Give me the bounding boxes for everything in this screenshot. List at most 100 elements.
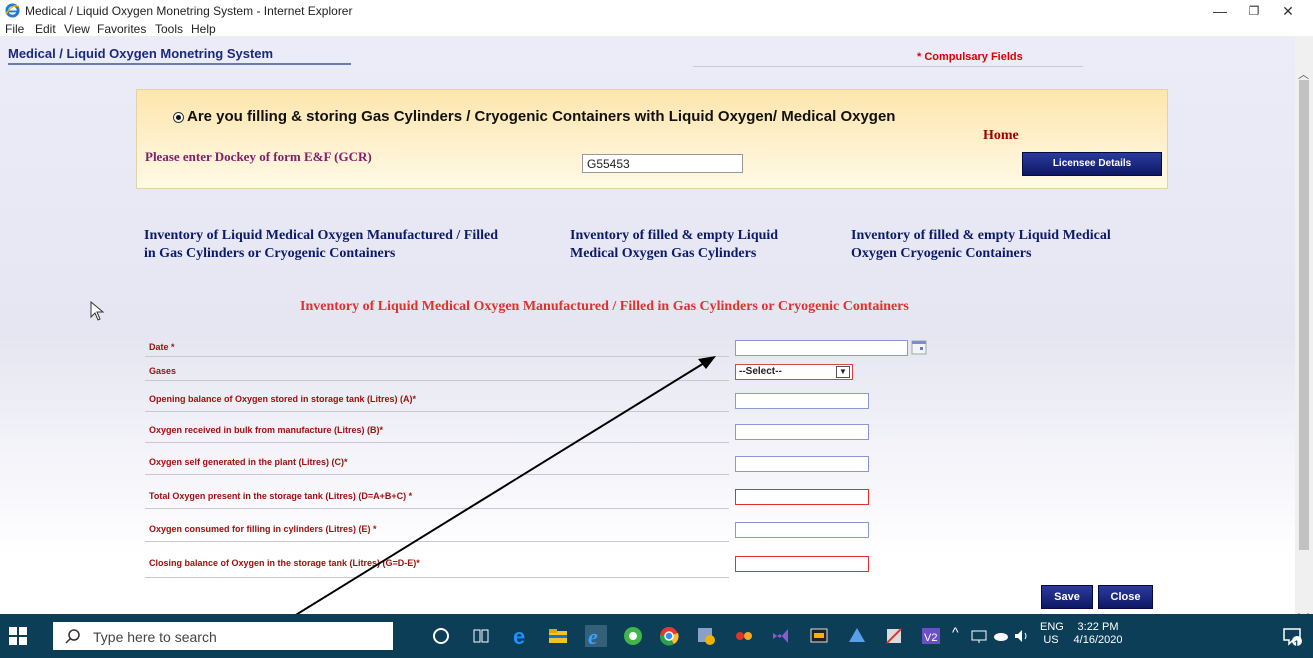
inventory-gas-cylinders-link[interactable]: Inventory of filled & empty Liquid Medic… <box>570 227 778 263</box>
edge-icon[interactable]: e <box>510 625 532 647</box>
window-title: Medical / Liquid Oxygen Monetring System… <box>25 4 353 18</box>
question-panel: Are you filling & storing Gas Cylinders … <box>136 89 1168 189</box>
app-title: Medical / Liquid Oxygen Monetring System <box>8 46 274 61</box>
scrollbar-thumb[interactable] <box>1299 80 1309 550</box>
consumed-label: Oxygen consumed for filling in cylinders… <box>149 524 377 534</box>
closing-balance-input[interactable] <box>735 556 869 572</box>
window-titlebar: Medical / Liquid Oxygen Monetring System… <box>0 0 1313 22</box>
search-placeholder: Type here to search <box>93 629 217 645</box>
vertical-scrollbar[interactable]: ︿ ﹀ <box>1295 36 1313 625</box>
menu-bar: File Edit View Favorites Tools Help <box>0 22 1313 36</box>
page-content: Medical / Liquid Oxygen Monetring System… <box>0 36 1295 614</box>
onedrive-icon[interactable] <box>992 625 1010 647</box>
form-row-received-bulk: Oxygen received in bulk from manufacture… <box>145 425 729 447</box>
menu-file[interactable]: File <box>5 22 24 36</box>
internet-explorer-icon <box>5 3 20 18</box>
volume-icon[interactable] <box>1013 625 1031 647</box>
closing-balance-label: Closing balance of Oxygen in the storage… <box>149 558 420 568</box>
link-line: Inventory of filled & empty Liquid <box>570 228 779 243</box>
search-icon <box>65 629 80 644</box>
menu-edit[interactable]: Edit <box>35 22 56 36</box>
task-view-icon[interactable] <box>470 625 492 647</box>
home-link[interactable]: Home <box>983 128 1019 144</box>
link-line: Inventory of filled & empty Liquid Medic… <box>851 228 1111 243</box>
tray-expand-icon[interactable]: ^ <box>952 625 959 639</box>
form-row-date: Date * <box>145 342 729 364</box>
menu-help[interactable]: Help <box>191 22 216 36</box>
menu-view[interactable]: View <box>64 22 90 36</box>
clock[interactable]: 3:22 PM 4/16/2020 <box>1066 621 1130 647</box>
row-divider <box>145 577 729 578</box>
self-generated-label: Oxygen self generated in the plant (Litr… <box>149 457 348 467</box>
windows-start-icon[interactable] <box>8 626 28 646</box>
clock-time: 3:22 PM <box>1077 621 1119 633</box>
date-input[interactable] <box>735 340 908 356</box>
visual-studio-icon[interactable] <box>770 625 792 647</box>
row-divider <box>145 356 729 357</box>
app-icon-vb[interactable]: V2 <box>920 625 942 647</box>
region-code: US <box>1043 634 1059 646</box>
inventory-manufactured-link[interactable]: Inventory of Liquid Medical Oxygen Manuf… <box>144 227 498 263</box>
calendar-icon[interactable] <box>911 340 927 355</box>
close-button[interactable]: Close <box>1098 585 1153 609</box>
gases-label: Gases <box>149 366 177 376</box>
total-oxygen-input[interactable] <box>735 489 869 505</box>
app-icon-green[interactable] <box>622 625 644 647</box>
form-row-consumed: Oxygen consumed for filling in cylinders… <box>145 524 729 546</box>
section-title: Inventory of Liquid Medical Oxygen Manuf… <box>300 299 909 314</box>
row-divider <box>145 508 729 509</box>
form-row-opening-balance: Opening balance of Oxygen stored in stor… <box>145 394 729 416</box>
cortana-icon[interactable] <box>430 625 452 647</box>
consumed-input[interactable] <box>735 522 869 538</box>
svg-text:V2: V2 <box>924 632 937 644</box>
row-divider <box>145 474 729 475</box>
self-generated-input[interactable] <box>735 456 869 472</box>
dockey-input[interactable]: G55453 <box>582 154 743 173</box>
link-line: Inventory of Liquid Medical Oxygen Manuf… <box>144 228 499 243</box>
row-divider <box>145 442 729 443</box>
divider <box>693 66 1083 67</box>
taskbar: Type here to search e e V2 ^ ENG US 3:22… <box>0 614 1313 658</box>
chevron-down-icon: ▼ <box>836 366 850 378</box>
network-icon[interactable] <box>970 625 988 647</box>
language-code: ENG <box>1040 621 1064 633</box>
question-radio[interactable] <box>173 112 184 123</box>
total-oxygen-label: Total Oxygen present in the storage tank… <box>149 491 413 501</box>
inventory-cryogenic-link[interactable]: Inventory of filled & empty Liquid Medic… <box>851 227 1111 263</box>
file-explorer-icon[interactable] <box>547 625 569 647</box>
svg-text:e: e <box>588 625 598 647</box>
internet-explorer-taskbar-icon[interactable]: e <box>585 625 607 647</box>
taskbar-search-box[interactable]: Type here to search <box>53 622 393 650</box>
language-indicator[interactable]: ENG US <box>1040 621 1064 647</box>
question-text: Are you filling & storing Gas Cylinders … <box>187 108 896 125</box>
row-divider <box>145 411 729 412</box>
compulsory-note: * Compulsary Fields <box>917 51 1023 63</box>
svg-text:e: e <box>513 625 525 647</box>
gases-selected-value: --Select-- <box>739 366 782 377</box>
menu-tools[interactable]: Tools <box>155 22 183 36</box>
mouse-cursor-icon <box>90 301 105 321</box>
dockey-label: Please enter Dockey of form E&F (GCR) <box>145 149 372 164</box>
form-row-self-generated: Oxygen self generated in the plant (Litr… <box>145 457 729 479</box>
save-button[interactable]: Save <box>1041 585 1093 609</box>
licensee-details-button[interactable]: Licensee Details <box>1022 152 1162 176</box>
received-bulk-input[interactable] <box>735 424 869 440</box>
app-icon-config[interactable] <box>695 625 717 647</box>
menu-favorites[interactable]: Favorites <box>97 22 146 36</box>
opening-balance-input[interactable] <box>735 393 869 409</box>
form-row-total-oxygen: Total Oxygen present in the storage tank… <box>145 491 729 513</box>
radio-selected-dot <box>176 115 181 120</box>
gases-select[interactable]: --Select-- ▼ <box>735 364 853 380</box>
notification-count: 1 <box>1294 639 1300 649</box>
row-divider <box>145 541 729 542</box>
app-icon-blue[interactable] <box>846 625 868 647</box>
app-icon-tools[interactable] <box>883 625 905 647</box>
chrome-icon[interactable] <box>658 625 680 647</box>
close-window-button[interactable]: ✕ <box>1265 0 1311 22</box>
app-icon-monitor[interactable] <box>808 625 830 647</box>
received-bulk-label: Oxygen received in bulk from manufacture… <box>149 425 384 435</box>
title-underline <box>8 63 351 65</box>
notification-center-icon[interactable] <box>1281 625 1303 647</box>
app-icon-infinity[interactable] <box>733 625 755 647</box>
row-divider <box>145 380 729 381</box>
